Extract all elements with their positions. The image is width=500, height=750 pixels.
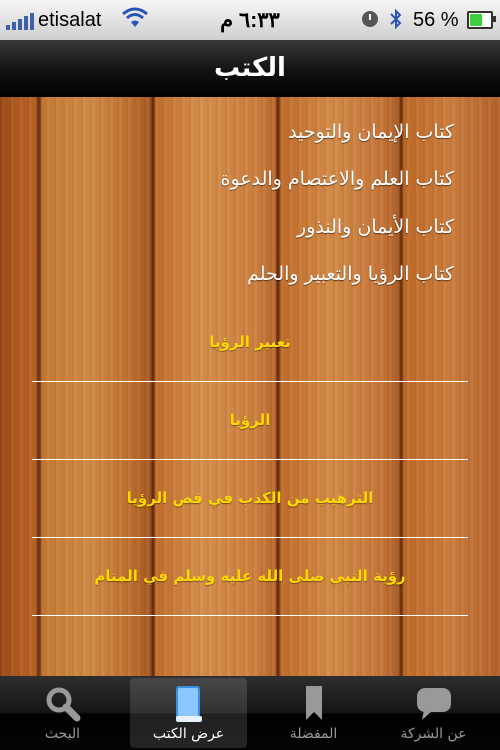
battery-icon bbox=[467, 11, 496, 29]
list-item-label: رؤية النبي صلى الله عليه وسلم في المنام bbox=[94, 567, 406, 585]
search-icon bbox=[46, 687, 80, 722]
tab-about-company[interactable]: عن الشركة bbox=[375, 678, 492, 748]
tab-label: البحث bbox=[44, 726, 81, 742]
page-title: الكتب bbox=[214, 53, 286, 83]
speech-bubble-icon bbox=[416, 688, 451, 720]
book-item-iman-tawheed[interactable]: كتاب الإيمان والتوحيد bbox=[14, 121, 454, 143]
list-item[interactable]: رؤية النبي صلى الله عليه وسلم في المنام bbox=[32, 537, 468, 616]
list-item[interactable]: تعبير الرؤيا bbox=[32, 303, 468, 382]
alarm-clock-icon bbox=[362, 11, 378, 27]
tab-favorites[interactable]: المفضلة bbox=[255, 678, 372, 748]
tab-bar: البحث عرض الكتب المفضلة عن الشركة bbox=[0, 676, 500, 750]
book-item-ruya-tabeer[interactable]: كتاب الرؤيا والتعبير والحلم bbox=[14, 263, 454, 285]
tab-label: عن الشركة bbox=[400, 726, 467, 742]
status-bar: etisalat ٦:٣٣ م 56 % bbox=[0, 0, 500, 40]
book-item-ilm-dawah[interactable]: كتاب العلم والاعتصام والدعوة bbox=[14, 168, 454, 190]
battery-percent: 56 % bbox=[413, 9, 459, 31]
list-item[interactable]: الترهيب من الكذب في قص الرؤيا bbox=[32, 459, 468, 538]
bluetooth-icon bbox=[390, 8, 402, 30]
bookmark-icon bbox=[305, 686, 322, 720]
list-item-label: الرؤيا bbox=[229, 411, 271, 429]
navigation-bar: الكتب bbox=[0, 40, 500, 98]
book-icon bbox=[175, 686, 202, 722]
tab-label: عرض الكتب bbox=[152, 726, 225, 742]
list-item[interactable]: الرؤيا bbox=[32, 381, 468, 460]
tab-search[interactable]: البحث bbox=[4, 678, 121, 748]
tab-books[interactable]: عرض الكتب bbox=[130, 678, 247, 748]
tab-label: المفضلة bbox=[289, 726, 338, 742]
list-item-label: تعبير الرؤيا bbox=[209, 333, 291, 351]
list-item-label: الترهيب من الكذب في قص الرؤيا bbox=[126, 489, 374, 507]
book-list: كتاب الإيمان والتوحيد كتاب العلم والاعتص… bbox=[0, 97, 500, 676]
book-item-ayman-nudhur[interactable]: كتاب الأيمان والنذور bbox=[14, 216, 454, 238]
